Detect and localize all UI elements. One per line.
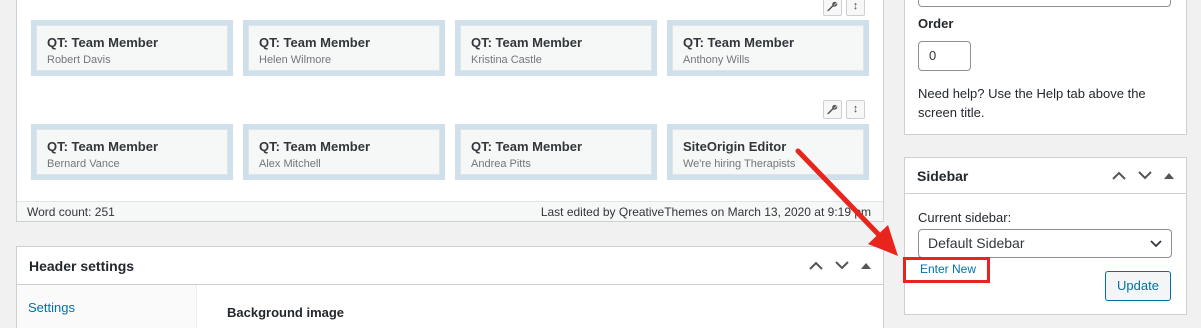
widget-card[interactable]: QT: Team Member Kristina Castle	[460, 25, 652, 71]
word-count: Word count: 251	[27, 205, 115, 219]
page-builder-panel: ↕ QT: Team Member Robert Davis QT: Team …	[16, 0, 884, 222]
chevron-down-icon[interactable]	[835, 261, 849, 270]
widget-card[interactable]: QT: Team Member Helen Wilmore	[248, 25, 440, 71]
panel-row-1: QT: Team Member Robert Davis QT: Team Me…	[31, 20, 869, 76]
widget-title: QT: Team Member	[471, 139, 583, 154]
widget-title: QT: Team Member	[259, 35, 371, 50]
panel-cell: QT: Team Member Robert Davis	[31, 20, 233, 76]
chevron-down-icon[interactable]	[1138, 171, 1152, 180]
panel-cell: QT: Team Member Anthony Wills	[667, 20, 869, 76]
current-sidebar-label: Current sidebar:	[918, 210, 1012, 225]
widget-subtitle: Alex Mitchell	[259, 158, 321, 170]
widget-title: QT: Team Member	[47, 139, 159, 154]
widget-title: QT: Team Member	[259, 139, 371, 154]
wrench-icon[interactable]	[823, 0, 842, 16]
settings-nav: Settings	[17, 285, 197, 328]
panel-row-2: QT: Team Member Bernard Vance QT: Team M…	[31, 124, 869, 180]
update-button[interactable]: Update	[1105, 271, 1171, 301]
widget-subtitle: Robert Davis	[47, 54, 111, 66]
template-select[interactable]	[918, 0, 1171, 7]
metabox-title: Sidebar	[917, 167, 969, 184]
panel-cell: SiteOrigin Editor We're hiring Therapist…	[667, 124, 869, 180]
settings-tab-link[interactable]: Settings	[28, 300, 75, 315]
widget-card[interactable]: QT: Team Member Robert Davis	[36, 25, 228, 71]
metabox-header: Header settings	[17, 247, 883, 285]
metabox-controls	[1112, 171, 1174, 180]
panel-cell: QT: Team Member Kristina Castle	[455, 20, 657, 76]
widget-card[interactable]: QT: Team Member Anthony Wills	[672, 25, 864, 71]
widget-card[interactable]: SiteOrigin Editor We're hiring Therapist…	[672, 129, 864, 175]
widget-card[interactable]: QT: Team Member Bernard Vance	[36, 129, 228, 175]
widget-title: QT: Team Member	[683, 35, 795, 50]
panel-cell: QT: Team Member Helen Wilmore	[243, 20, 445, 76]
widget-subtitle: Kristina Castle	[471, 54, 542, 66]
widget-title: SiteOrigin Editor	[683, 139, 787, 154]
row-1-tools: ↕	[823, 0, 865, 16]
chevron-down-icon	[1150, 240, 1162, 248]
header-settings-box: Header settings Settings Background imag…	[16, 246, 884, 328]
row-2-tools: ↕	[823, 100, 865, 119]
page-attributes-box: Order 0 Need help? Use the Help tab abov…	[904, 0, 1187, 135]
widget-card[interactable]: QT: Team Member Alex Mitchell	[248, 129, 440, 175]
widget-subtitle: Helen Wilmore	[259, 54, 332, 66]
widget-subtitle: Bernard Vance	[47, 158, 120, 170]
last-edited-info: Last edited by QreativeThemes on March 1…	[540, 205, 871, 219]
metabox-body: Settings Background image	[17, 285, 883, 328]
help-text: Need help? Use the Help tab above the sc…	[918, 86, 1146, 120]
panel-cell: QT: Team Member Alex Mitchell	[243, 124, 445, 180]
sidebar-box: Sidebar Current sidebar: Default Sidebar…	[904, 157, 1187, 315]
metabox-title: Header settings	[29, 257, 135, 274]
annotation-highlight-box	[903, 257, 990, 283]
background-image-label: Background image	[227, 305, 345, 320]
panel-cell: QT: Team Member Andrea Pitts	[455, 124, 657, 180]
move-handle-icon[interactable]: ↕	[846, 0, 865, 16]
widget-title: QT: Team Member	[47, 35, 159, 50]
widget-subtitle: We're hiring Therapists	[683, 158, 796, 170]
metabox-header: Sidebar	[905, 158, 1186, 194]
move-handle-icon[interactable]: ↕	[846, 100, 865, 119]
metabox-controls	[809, 261, 871, 270]
panel-cell: QT: Team Member Bernard Vance	[31, 124, 233, 180]
widget-subtitle: Anthony Wills	[683, 54, 750, 66]
collapse-toggle-icon[interactable]	[1164, 172, 1174, 179]
sidebar-select-value: Default Sidebar	[928, 235, 1025, 251]
widget-card[interactable]: QT: Team Member Andrea Pitts	[460, 129, 652, 175]
wrench-icon[interactable]	[823, 100, 842, 119]
chevron-up-icon[interactable]	[809, 261, 823, 270]
editor-status-bar: Word count: 251 Last edited by QreativeT…	[17, 201, 883, 221]
order-label: Order	[918, 16, 954, 31]
chevron-up-icon[interactable]	[1112, 171, 1126, 180]
collapse-toggle-icon[interactable]	[861, 262, 871, 269]
widget-title: QT: Team Member	[471, 35, 583, 50]
sidebar-select[interactable]: Default Sidebar	[918, 229, 1172, 258]
widget-subtitle: Andrea Pitts	[471, 158, 531, 170]
order-input[interactable]: 0	[918, 41, 971, 71]
